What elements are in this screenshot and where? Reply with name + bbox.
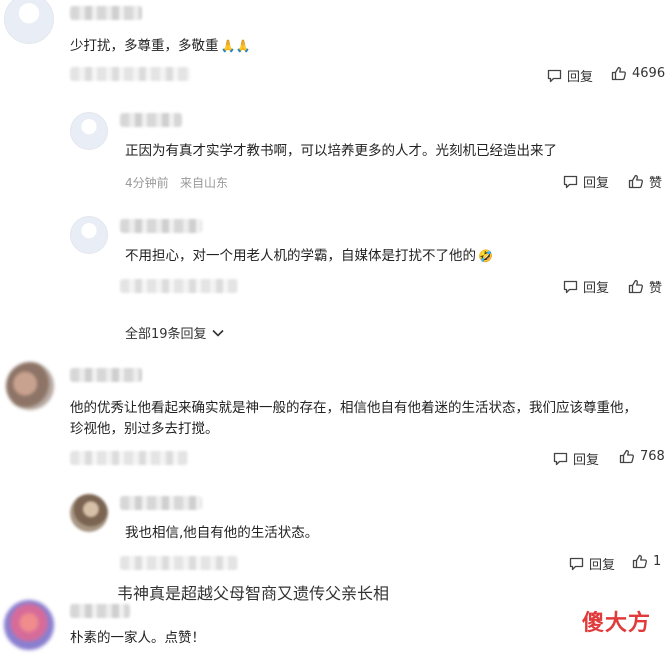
like-button[interactable]: 1 xyxy=(632,554,661,569)
meta-blurred xyxy=(70,451,188,465)
comment-text-line2: 珍视他，别过多去打搅。 xyxy=(70,421,219,437)
meta-blurred xyxy=(120,279,238,293)
comment-text: 朴素的一家人。点赞！ xyxy=(70,630,205,646)
expand-replies-button[interactable]: 全部19条回复 xyxy=(125,323,224,342)
comment-time: 4分钟前 xyxy=(125,176,169,190)
expand-replies-label: 全部19条回复 xyxy=(125,327,207,342)
meta-blurred xyxy=(70,67,190,81)
pray-emoji-icon: 🙏🙏 xyxy=(220,39,251,53)
comment-text: 正因为有真才实学才教书啊，可以培养更多的人才。光刻机已经造出来了 xyxy=(125,143,557,159)
reply-icon xyxy=(563,175,578,188)
avatar[interactable] xyxy=(70,112,108,150)
username-blurred xyxy=(120,219,202,233)
like-count: 768 xyxy=(640,449,665,464)
avatar[interactable] xyxy=(6,362,54,410)
username-blurred xyxy=(70,368,142,382)
avatar[interactable] xyxy=(4,600,54,650)
comment-text: 少打扰，多尊重，多敬重 🙏🙏 xyxy=(70,36,250,57)
avatar[interactable] xyxy=(70,494,108,532)
reply-label: 回复 xyxy=(583,176,610,191)
reply-label: 回复 xyxy=(567,70,594,85)
like-button[interactable]: 768 xyxy=(619,449,665,464)
username-blurred xyxy=(70,604,130,618)
reply-label: 回复 xyxy=(589,558,616,573)
like-count: 1 xyxy=(653,554,662,569)
laughing-emoji-icon: 🤣 xyxy=(478,249,493,263)
like-count: 4696 xyxy=(632,66,666,81)
thumb-up-icon xyxy=(628,174,643,189)
like-button[interactable]: 赞 xyxy=(628,172,662,191)
reply-button[interactable]: 回复 xyxy=(563,172,609,191)
username-blurred xyxy=(120,496,202,510)
thumb-up-icon xyxy=(632,554,647,569)
avatar[interactable] xyxy=(70,216,108,254)
comment-text-content: 不用担心，对一个用老人机的学霸，自媒体是打扰不了他的 xyxy=(125,248,476,264)
like-button[interactable]: 赞 xyxy=(628,277,662,296)
reply-button[interactable]: 回复 xyxy=(553,449,599,468)
reply-icon xyxy=(569,557,584,570)
chevron-down-icon xyxy=(211,329,224,337)
comment-text-content: 少打扰，多尊重，多敬重 xyxy=(70,38,219,54)
meta-blurred xyxy=(120,556,238,570)
username-blurred xyxy=(70,6,142,20)
thumb-up-icon xyxy=(628,279,643,294)
avatar[interactable] xyxy=(4,0,54,44)
reply-button[interactable]: 回复 xyxy=(563,277,609,296)
image-caption: 韦神真是超越父母智商又遗传父亲长相 xyxy=(117,584,390,603)
reply-button[interactable]: 回复 xyxy=(569,554,615,573)
reply-label: 回复 xyxy=(573,453,600,468)
thumb-up-icon xyxy=(611,66,626,81)
comment-text-line1: 他的优秀让他看起来确实就是神一般的存在，相信他自有他着迷的生活状态，我们应该尊重… xyxy=(70,400,637,416)
like-label: 赞 xyxy=(649,281,663,296)
like-button[interactable]: 4696 xyxy=(611,66,665,81)
reply-icon xyxy=(563,280,578,293)
reply-button[interactable]: 回复 xyxy=(547,66,593,85)
like-label: 赞 xyxy=(649,176,663,191)
comment-text: 我也相信,他自有他的生活状态。 xyxy=(125,525,319,541)
reply-label: 回复 xyxy=(583,281,610,296)
watermark: 傻大方 xyxy=(582,611,652,636)
comment-location: 来自山东 xyxy=(180,176,229,190)
thumb-up-icon xyxy=(619,449,634,464)
username-blurred xyxy=(120,113,182,127)
reply-icon xyxy=(547,69,562,82)
reply-icon xyxy=(553,452,568,465)
comment-text: 不用担心，对一个用老人机的学霸，自媒体是打扰不了他的 🤣 xyxy=(125,246,493,267)
